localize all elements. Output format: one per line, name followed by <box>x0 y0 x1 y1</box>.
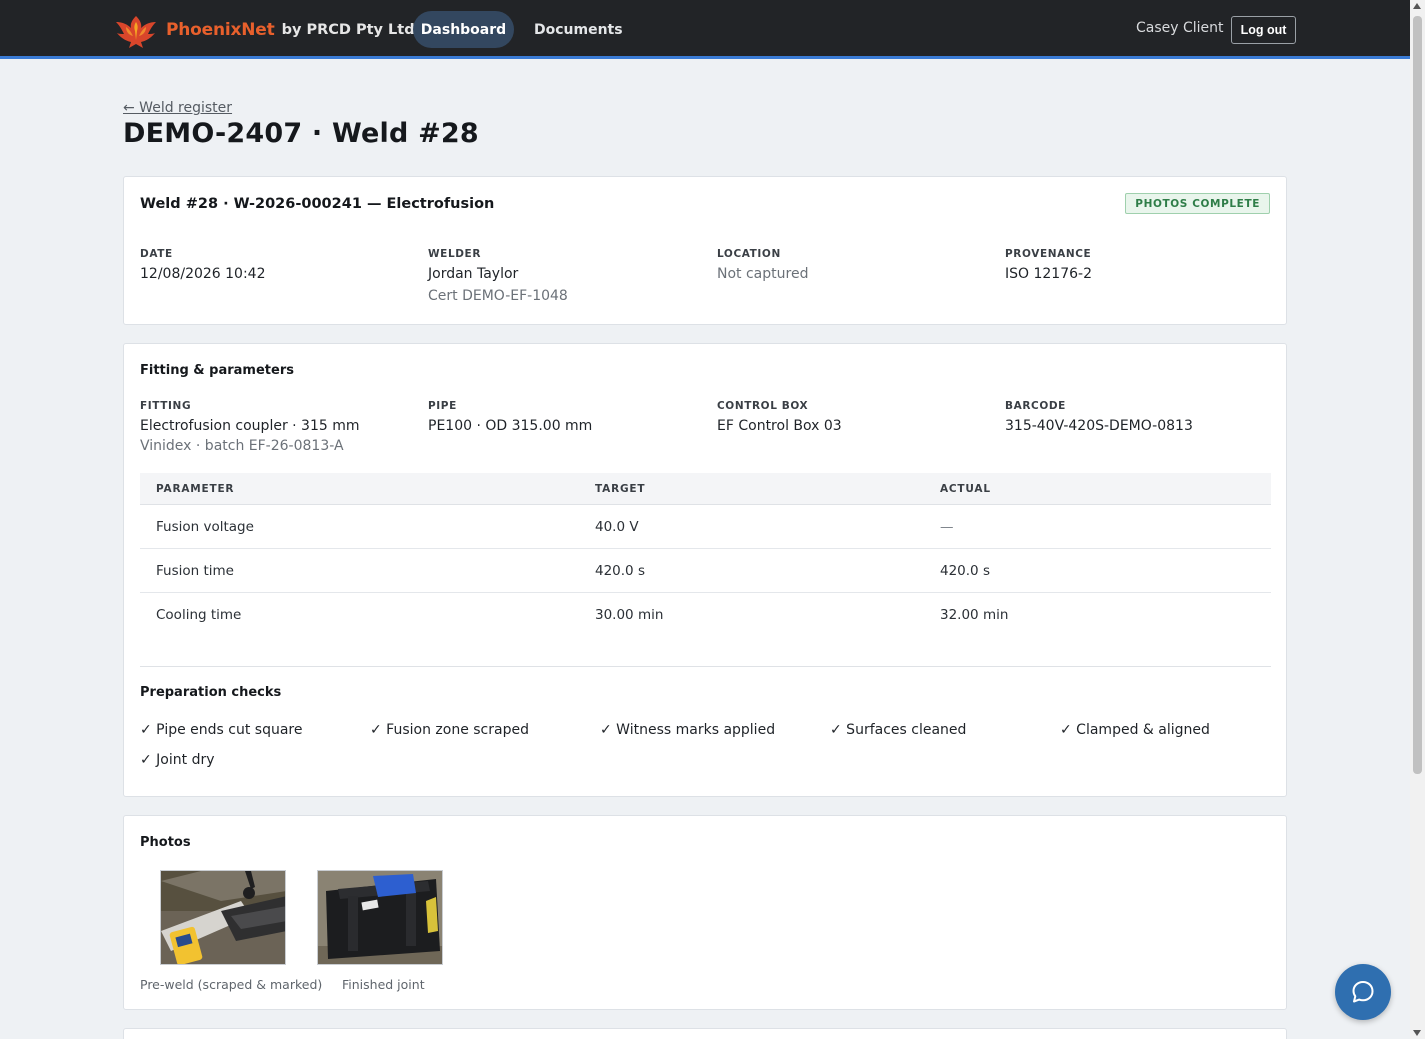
field-value: Electrofusion coupler · 315 mm <box>140 418 360 434</box>
photos-card: Photos Pre-weld (scraped & marked) Finis… <box>123 815 1287 1010</box>
column-header-parameter: PARAMETER <box>156 483 235 495</box>
tab-dashboard[interactable]: Dashboard <box>413 11 514 48</box>
field-value: Not captured <box>717 266 809 282</box>
table-row: Cooling time 30.00 min 32.00 min <box>140 593 1271 637</box>
date-field: DATE 12/08/2026 10:42 <box>140 248 420 282</box>
weld-summary-card: Weld #28 · W-2026-000241 — Electrofusion… <box>123 176 1287 325</box>
table-cell: Cooling time <box>156 607 242 623</box>
brand-name: PhoenixNet <box>166 20 275 40</box>
table-row: Fusion time 420.0 s 420.0 s <box>140 549 1271 593</box>
table-cell: 40.0 V <box>595 519 639 535</box>
prep-check-item: ✓ Clamped & aligned <box>1060 722 1210 738</box>
photo-caption: Finished joint <box>342 977 425 992</box>
field-label: CONTROL BOX <box>717 400 809 412</box>
photos-section-title: Photos <box>140 835 191 850</box>
photo-caption: Pre-weld (scraped & marked) <box>140 977 323 992</box>
field-label: PROVENANCE <box>1005 248 1092 260</box>
welder-field: WELDER Jordan Taylor Cert DEMO-EF-1048 <box>428 248 708 304</box>
section-divider <box>140 666 1271 667</box>
field-label: BARCODE <box>1005 400 1066 412</box>
chat-button[interactable] <box>1335 964 1391 1020</box>
tab-documents[interactable]: Documents <box>524 11 633 48</box>
fitting-section-title: Fitting & parameters <box>140 363 294 378</box>
table-cell: Fusion voltage <box>156 519 254 535</box>
status-badge: PHOTOS COMPLETE <box>1125 193 1270 214</box>
table-cell: — <box>940 519 954 535</box>
field-subvalue: Vinidex · batch EF-26-0813-A <box>140 438 344 454</box>
next-section-card <box>123 1028 1287 1039</box>
barcode-field: BARCODE 315-40V-420S-DEMO-0813 <box>1005 400 1285 434</box>
provenance-field: PROVENANCE ISO 12176-2 <box>1005 248 1285 282</box>
field-value: Jordan Taylor <box>428 266 519 282</box>
prep-checks-title: Preparation checks <box>140 685 282 700</box>
parameters-table: PARAMETER TARGET ACTUAL Fusion voltage 4… <box>140 473 1271 637</box>
photo-thumbnail-finished-joint[interactable] <box>317 870 443 965</box>
weld-summary-title: Weld #28 · W-2026-000241 — Electrofusion <box>140 196 495 212</box>
table-cell: 420.0 s <box>595 563 645 579</box>
field-value: 12/08/2026 10:42 <box>140 266 266 282</box>
table-cell: 32.00 min <box>940 607 1009 623</box>
table-cell: Fusion time <box>156 563 234 579</box>
field-label: WELDER <box>428 248 482 260</box>
table-cell: 30.00 min <box>595 607 664 623</box>
table-row: Fusion voltage 40.0 V — <box>140 505 1271 549</box>
table-cell: 420.0 s <box>940 563 990 579</box>
top-navbar: PhoenixNet by PRCD Pty Ltd Dashboard Doc… <box>0 0 1410 59</box>
field-value: 315-40V-420S-DEMO-0813 <box>1005 418 1193 434</box>
table-header: PARAMETER TARGET ACTUAL <box>140 473 1271 505</box>
photo-finished-joint-image <box>318 871 442 964</box>
field-subvalue: Cert DEMO-EF-1048 <box>428 288 568 304</box>
phoenix-logo-icon <box>116 16 156 48</box>
prep-check-item: ✓ Pipe ends cut square <box>140 722 303 738</box>
page-scrollbar[interactable] <box>1410 0 1425 1039</box>
brand-company: by PRCD Pty Ltd <box>281 22 415 38</box>
fitting-parameters-card: Fitting & parameters FITTING Electrofusi… <box>123 343 1287 797</box>
field-label: DATE <box>140 248 173 260</box>
logout-button[interactable]: Log out <box>1231 16 1296 44</box>
field-value: ISO 12176-2 <box>1005 266 1092 282</box>
field-value: PE100 · OD 315.00 mm <box>428 418 593 434</box>
user-name: Casey Client <box>1136 20 1224 36</box>
prep-check-item: ✓ Witness marks applied <box>600 722 776 738</box>
photo-thumbnail-pre-weld[interactable] <box>160 870 286 965</box>
prep-check-item: ✓ Surfaces cleaned <box>830 722 967 738</box>
field-label: FITTING <box>140 400 192 412</box>
column-header-target: TARGET <box>595 483 646 495</box>
chat-bubble-icon <box>1352 981 1374 1003</box>
field-value: EF Control Box 03 <box>717 418 842 434</box>
pipe-field: PIPE PE100 · OD 315.00 mm <box>428 400 708 434</box>
location-field: LOCATION Not captured <box>717 248 997 282</box>
page-title: DEMO-2407 · Weld #28 <box>123 118 479 149</box>
scroll-down-arrow-icon[interactable] <box>1413 1030 1421 1036</box>
column-header-actual: ACTUAL <box>940 483 991 495</box>
scroll-up-arrow-icon[interactable] <box>1413 3 1421 9</box>
brand[interactable]: PhoenixNet by PRCD Pty Ltd <box>114 10 415 50</box>
back-to-weld-register-link[interactable]: ← Weld register <box>123 100 232 116</box>
prep-check-item: ✓ Joint dry <box>140 752 215 768</box>
field-label: PIPE <box>428 400 457 412</box>
fitting-field: FITTING Electrofusion coupler · 315 mm V… <box>140 400 420 454</box>
control-box-field: CONTROL BOX EF Control Box 03 <box>717 400 997 434</box>
prep-check-item: ✓ Fusion zone scraped <box>370 722 529 738</box>
field-label: LOCATION <box>717 248 781 260</box>
scrollbar-thumb[interactable] <box>1413 16 1422 774</box>
photo-pre-weld-image <box>161 871 285 964</box>
